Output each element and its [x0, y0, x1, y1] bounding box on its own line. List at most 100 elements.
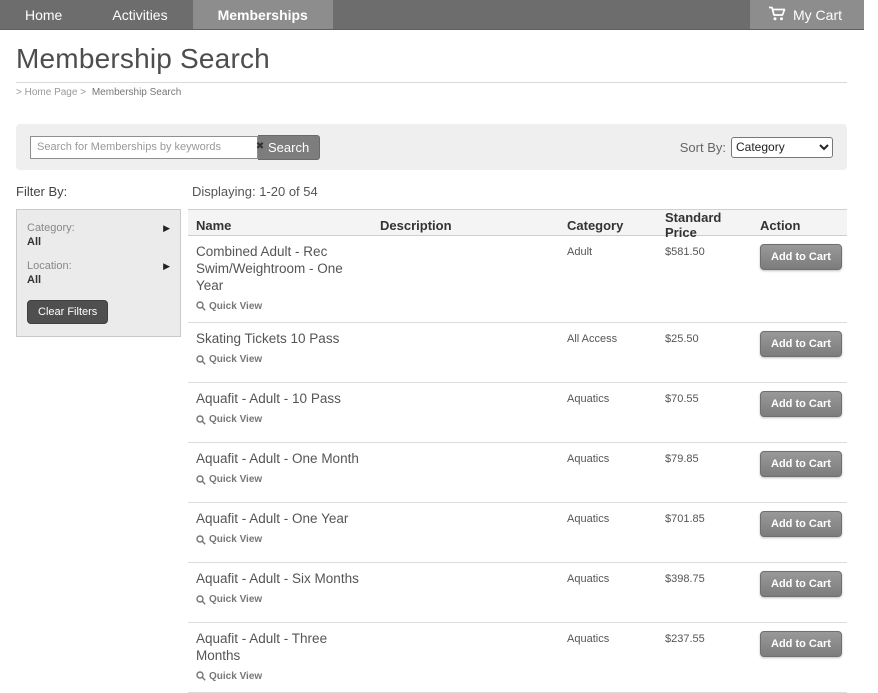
- name-cell: Aquafit - Adult - Six Months Quick View: [188, 571, 372, 616]
- displaying-count: Displaying: 1-20 of 54: [188, 184, 318, 199]
- category-cell: Aquatics: [560, 451, 658, 496]
- magnifier-icon: [196, 475, 206, 485]
- nav-item-home[interactable]: Home: [0, 0, 87, 29]
- membership-name-link[interactable]: Aquafit - Adult - Six Months: [196, 571, 372, 588]
- action-cell: Add to Cart: [753, 391, 847, 436]
- nav-item-memberships[interactable]: Memberships: [193, 0, 333, 29]
- quick-view-label: Quick View: [209, 534, 262, 545]
- price-cell: $581.50: [658, 244, 753, 316]
- quick-view-link[interactable]: Quick View: [196, 594, 262, 605]
- table-row: Aquafit - Adult - One Year Quick View Aq…: [188, 503, 847, 563]
- name-cell: Aquafit - Adult - Three Months Quick Vie…: [188, 631, 372, 686]
- search-group: ✖ Search: [30, 135, 320, 160]
- quick-view-link[interactable]: Quick View: [196, 534, 262, 545]
- price-cell: $701.85: [658, 511, 753, 556]
- filter-group-category: Category: ▶ All: [27, 222, 170, 248]
- action-cell: Add to Cart: [753, 451, 847, 496]
- magnifier-icon: [196, 535, 206, 545]
- column-header-description: Description: [372, 218, 560, 233]
- category-cell: All Access: [560, 331, 658, 376]
- add-to-cart-button[interactable]: Add to Cart: [760, 331, 842, 357]
- quick-view-label: Quick View: [209, 354, 262, 365]
- membership-name-link[interactable]: Aquafit - Adult - 10 Pass: [196, 391, 372, 408]
- magnifier-icon: [196, 355, 206, 365]
- nav-item-activities[interactable]: Activities: [87, 0, 192, 29]
- add-to-cart-button[interactable]: Add to Cart: [760, 451, 842, 477]
- add-to-cart-button[interactable]: Add to Cart: [760, 391, 842, 417]
- my-cart-label: My Cart: [793, 7, 842, 23]
- add-to-cart-button[interactable]: Add to Cart: [760, 511, 842, 537]
- add-to-cart-button[interactable]: Add to Cart: [760, 571, 842, 597]
- quick-view-link[interactable]: Quick View: [196, 354, 262, 365]
- action-cell: Add to Cart: [753, 511, 847, 556]
- magnifier-icon: [196, 301, 206, 311]
- search-input[interactable]: [30, 136, 258, 159]
- quick-view-link[interactable]: Quick View: [196, 671, 262, 682]
- table-row: Aquafit - Adult - Three Months Quick Vie…: [188, 623, 847, 693]
- column-header-name: Name: [188, 218, 372, 233]
- my-cart-button[interactable]: My Cart: [750, 0, 864, 29]
- filter-by-heading: Filter By:: [16, 184, 188, 199]
- filter-category-header[interactable]: Category: ▶: [27, 222, 170, 234]
- quick-view-link[interactable]: Quick View: [196, 301, 262, 312]
- magnifier-icon: [196, 415, 206, 425]
- table-row: Aquafit - Adult - One Month Quick View A…: [188, 443, 847, 503]
- description-cell: [372, 331, 560, 376]
- membership-name-link[interactable]: Combined Adult - Rec Swim/Weightroom - O…: [196, 244, 372, 295]
- quick-view-link[interactable]: Quick View: [196, 414, 262, 425]
- table-row: Skating Tickets 10 Pass Quick View All A…: [188, 323, 847, 383]
- membership-name-link[interactable]: Aquafit - Adult - One Month: [196, 451, 372, 468]
- nav-spacer: [333, 0, 750, 29]
- membership-name-link[interactable]: Skating Tickets 10 Pass: [196, 331, 372, 348]
- filter-location-header[interactable]: Location: ▶: [27, 260, 170, 272]
- category-cell: Aquatics: [560, 391, 658, 436]
- add-to-cart-button[interactable]: Add to Cart: [760, 244, 842, 270]
- quick-view-label: Quick View: [209, 301, 262, 312]
- results-header-row: Name Description Category Standard Price…: [188, 209, 847, 236]
- sort-by-select[interactable]: Category: [731, 137, 833, 158]
- name-cell: Aquafit - Adult - One Year Quick View: [188, 511, 372, 556]
- chevron-right-icon: ▶: [163, 261, 170, 272]
- filter-group-location: Location: ▶ All: [27, 260, 170, 286]
- description-cell: [372, 244, 560, 316]
- quick-view-link[interactable]: Quick View: [196, 474, 262, 485]
- filter-category-value: All: [27, 236, 170, 248]
- membership-name-link[interactable]: Aquafit - Adult - Three Months: [196, 631, 372, 665]
- clear-search-icon[interactable]: ✖: [256, 142, 264, 152]
- action-cell: Add to Cart: [753, 631, 847, 686]
- description-cell: [372, 571, 560, 616]
- filter-location-label: Location:: [27, 260, 72, 272]
- results-rows: Combined Adult - Rec Swim/Weightroom - O…: [188, 236, 847, 693]
- price-cell: $79.85: [658, 451, 753, 496]
- category-cell: Aquatics: [560, 631, 658, 686]
- description-cell: [372, 391, 560, 436]
- price-cell: $237.55: [658, 631, 753, 686]
- title-divider: [16, 82, 847, 83]
- clear-filters-button[interactable]: Clear Filters: [27, 300, 108, 324]
- sort-group: Sort By: Category: [680, 137, 833, 158]
- category-cell: Aquatics: [560, 571, 658, 616]
- search-button[interactable]: Search: [258, 135, 320, 160]
- breadcrumb-current: Membership Search: [92, 87, 181, 98]
- add-to-cart-button[interactable]: Add to Cart: [760, 631, 842, 657]
- action-cell: Add to Cart: [753, 244, 847, 316]
- name-cell: Combined Adult - Rec Swim/Weightroom - O…: [188, 244, 372, 316]
- action-cell: Add to Cart: [753, 331, 847, 376]
- name-cell: Skating Tickets 10 Pass Quick View: [188, 331, 372, 376]
- breadcrumb-home-link[interactable]: Home Page: [25, 87, 78, 98]
- results-table: Name Description Category Standard Price…: [188, 209, 847, 693]
- quick-view-label: Quick View: [209, 671, 262, 682]
- breadcrumb-separator: >: [80, 87, 86, 98]
- magnifier-icon: [196, 671, 206, 681]
- filter-category-label: Category:: [27, 222, 75, 234]
- description-cell: [372, 631, 560, 686]
- category-cell: Adult: [560, 244, 658, 316]
- magnifier-icon: [196, 595, 206, 605]
- quick-view-label: Quick View: [209, 414, 262, 425]
- top-navbar: Home Activities Memberships My Cart: [0, 0, 864, 30]
- breadcrumb: > Home Page > Membership Search: [16, 87, 862, 98]
- price-cell: $70.55: [658, 391, 753, 436]
- membership-name-link[interactable]: Aquafit - Adult - One Year: [196, 511, 372, 528]
- column-header-category: Category: [560, 218, 658, 233]
- table-row: Aquafit - Adult - Six Months Quick View …: [188, 563, 847, 623]
